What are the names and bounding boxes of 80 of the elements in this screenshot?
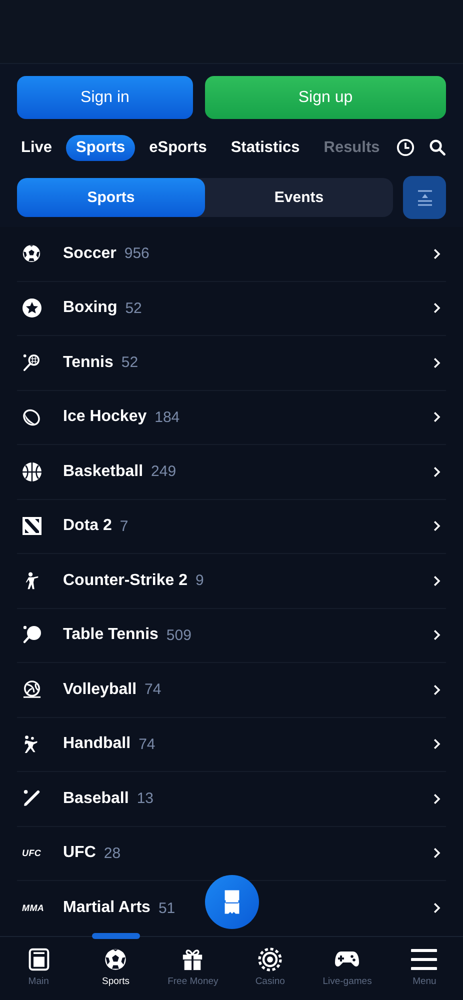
sport-row[interactable]: Handball 74: [17, 718, 446, 772]
dota-logo-icon: [22, 516, 42, 536]
event-count: 74: [144, 681, 162, 698]
bet-slip-button[interactable]: [205, 875, 259, 929]
chevron-right-icon: [433, 466, 441, 478]
chevron-right-icon: [433, 411, 441, 424]
event-count: 956: [124, 245, 150, 262]
chevron-right-icon: [433, 792, 441, 805]
soccer-ball-icon: [104, 947, 128, 972]
chevron-right-icon: [433, 248, 441, 260]
chevron-right-icon: [433, 684, 441, 696]
sport-row[interactable]: MMA Martial Arts 51: [17, 881, 446, 936]
ping-pong-paddle-icon: [22, 625, 42, 646]
sport-row[interactable]: Volleyball 74: [17, 663, 446, 718]
search-icon[interactable]: [429, 139, 446, 156]
sport-name: Volleyball: [63, 680, 137, 699]
casino-chip-icon: [258, 947, 282, 972]
event-count: 509: [166, 626, 192, 644]
event-count: 13: [136, 790, 154, 808]
sport-name: UFC: [63, 844, 96, 862]
soccer-ball-icon: [22, 244, 41, 264]
league-logo: MMA: [22, 903, 44, 914]
tab[interactable]: Statistics: [220, 134, 310, 160]
chevron-right-icon: [433, 847, 441, 860]
event-count: 52: [125, 300, 142, 317]
sport-name: Soccer: [63, 244, 116, 263]
event-count: 9: [195, 572, 204, 590]
tab[interactable]: Sports: [66, 134, 136, 160]
chevron-right-icon: [433, 902, 441, 914]
sport-name: Boxing: [63, 299, 118, 318]
tab[interactable]: Live: [11, 134, 62, 160]
sport-row[interactable]: Tennis 52: [17, 336, 446, 390]
ticket-icon: [223, 889, 241, 915]
sign-in-button[interactable]: Sign in: [17, 76, 193, 119]
sport-row[interactable]: Dota 2 7: [17, 500, 446, 554]
segment-tab[interactable]: Sports: [17, 178, 205, 217]
tennis-racket-icon: [22, 353, 41, 372]
volleyball-icon: [22, 680, 42, 700]
sport-row[interactable]: Counter-Strike 2 9: [17, 554, 446, 608]
tab[interactable]: eSports: [139, 134, 217, 160]
event-count: 7: [120, 518, 128, 535]
clock-icon[interactable]: [396, 138, 415, 157]
sport-row[interactable]: Basketball 249: [17, 445, 446, 500]
sport-name: Dota 2: [63, 517, 112, 536]
puck-icon: [22, 408, 41, 427]
sport-row[interactable]: Table Tennis 509: [17, 608, 446, 663]
segment-tab[interactable]: Events: [205, 178, 393, 217]
sport-name: Baseball: [63, 790, 129, 808]
sport-name: Counter-Strike 2: [63, 572, 188, 590]
event-count: 74: [138, 736, 156, 753]
collapse-button[interactable]: [403, 176, 446, 219]
gift-icon: [181, 947, 204, 972]
chevron-right-icon: [433, 574, 441, 587]
tab[interactable]: Results: [314, 134, 382, 160]
chevron-right-icon: [433, 738, 441, 750]
star-ball-icon: [22, 298, 42, 318]
sport-row[interactable]: Soccer 956: [17, 227, 446, 282]
sport-name: Table Tennis: [63, 626, 158, 644]
sport-name: Ice Hockey: [63, 408, 147, 426]
sport-name: Basketball: [63, 462, 144, 481]
sport-row[interactable]: Boxing 52: [17, 282, 446, 336]
event-count: 184: [154, 408, 180, 426]
event-count: 249: [151, 463, 176, 480]
page-icon: [28, 947, 50, 972]
sport-name: Martial Arts: [63, 899, 150, 918]
sport-row[interactable]: Ice Hockey 184: [17, 390, 446, 445]
baseball-bat-icon: [22, 789, 41, 808]
event-count: 51: [158, 900, 176, 917]
league-logo: UFC: [22, 848, 42, 858]
basketball-icon: [22, 462, 42, 482]
chevron-right-icon: [433, 302, 441, 314]
chevron-right-icon: [433, 629, 441, 642]
menu-icon: [411, 947, 438, 972]
sport-name: Tennis: [63, 354, 114, 372]
sport-name: Handball: [63, 735, 131, 754]
chevron-right-icon: [433, 356, 441, 369]
sport-row[interactable]: Baseball 13: [17, 772, 446, 826]
event-count: 52: [121, 354, 138, 372]
chevron-right-icon: [433, 520, 441, 532]
event-count: 28: [104, 844, 121, 862]
